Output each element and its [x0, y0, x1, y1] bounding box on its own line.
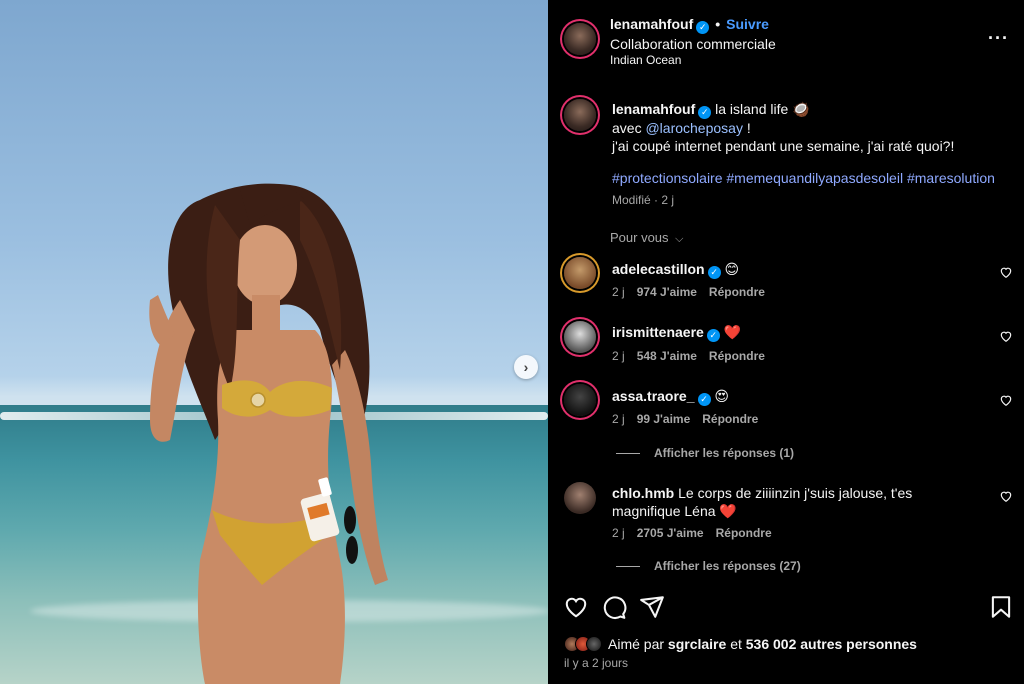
reply-button[interactable]: Répondre [709, 349, 765, 363]
follow-button[interactable]: Suivre [726, 16, 769, 32]
comment-likes[interactable]: 974 J'aime [637, 285, 697, 299]
author-username[interactable]: lenamahfouf [610, 16, 693, 32]
verified-badge-icon: ✓ [698, 106, 712, 119]
for-you-label: Pour vous [610, 230, 669, 245]
verified-badge-icon: ✓ [696, 21, 710, 34]
view-replies-button[interactable]: Afficher les réponses (27) [616, 559, 801, 573]
caption-hashtags[interactable]: #protectionsolaire #memequandilyapasdeso… [612, 170, 995, 186]
comment-text: adelecastillon ✓ 😊 [612, 260, 972, 279]
comment-age: 2 j [612, 349, 625, 363]
post-photo: › [0, 0, 548, 684]
comment-body: 😊 [724, 261, 740, 277]
comment-username[interactable]: chlo.hmb [612, 485, 674, 501]
comment-avatar[interactable] [564, 257, 596, 289]
comment-username[interactable]: adelecastillon [612, 261, 705, 277]
post-header-user: lenamahfouf ✓ • Suivre [610, 16, 769, 34]
comment-likes[interactable]: 99 J'aime [637, 412, 691, 426]
comment-meta: 2 j 2705 J'aime Répondre [612, 526, 784, 540]
comment-username[interactable]: irismittenaere [612, 324, 704, 340]
post-timestamp: il y a 2 jours [564, 656, 629, 670]
comment-like-heart-icon[interactable] [999, 329, 1013, 343]
caption-line-2: j'ai coupé internet pendant une semaine,… [612, 138, 955, 154]
caption-mention[interactable]: @larocheposay [645, 120, 743, 136]
reply-button[interactable]: Répondre [702, 412, 758, 426]
comment-username[interactable]: assa.traore_ [612, 388, 695, 404]
comment-bubble-icon[interactable] [601, 594, 627, 620]
comment-avatar[interactable] [564, 482, 596, 514]
comment-text: chlo.hmb Le corps de ziiiinzin j'suis ja… [612, 484, 972, 520]
reply-button[interactable]: Répondre [716, 526, 772, 540]
comment-body: ❤️ [723, 324, 742, 340]
comment-avatar[interactable] [564, 384, 596, 416]
comment-age: 2 j [612, 526, 625, 540]
comment-like-heart-icon[interactable] [999, 265, 1013, 279]
liked-by-user[interactable]: sgrclaire [668, 636, 726, 652]
caption-avatar[interactable] [564, 99, 596, 131]
post-side-panel: lenamahfouf ✓ • Suivre Collaboration commer… [548, 0, 1024, 684]
comment-likes[interactable]: 2705 J'aime [637, 526, 704, 540]
share-send-icon[interactable] [639, 594, 665, 620]
comment-age: 2 j [612, 285, 625, 299]
liked-by-count[interactable]: 536 002 autres personnes [746, 636, 917, 652]
view-replies-button[interactable]: Afficher les réponses (1) [616, 446, 794, 460]
sponsor-label[interactable]: Collaboration commerciale [610, 36, 776, 52]
liked-by-prefix: Aimé par [608, 636, 665, 652]
caption-with: avec [612, 120, 642, 136]
comment-meta: 2 j 974 J'aime Répondre [612, 285, 777, 299]
comment-likes[interactable]: 548 J'aime [637, 349, 697, 363]
comment-meta: 2 j 99 J'aime Répondre [612, 412, 770, 426]
like-heart-icon[interactable] [563, 594, 589, 620]
comment-meta: 2 j 548 J'aime Répondre [612, 349, 777, 363]
reply-button[interactable]: Répondre [709, 285, 765, 299]
author-avatar[interactable] [564, 23, 596, 55]
location-link[interactable]: Indian Ocean [610, 53, 681, 67]
for-you-dropdown[interactable]: Pour vous ⌵ [610, 230, 684, 246]
verified-badge-icon: ✓ [706, 329, 720, 342]
person-figure [149, 183, 388, 684]
chevron-right-icon: › [523, 359, 529, 375]
caption-mention-end: ! [746, 120, 751, 136]
post-caption: lenamahfouf ✓ la island life 🥥 avec @laro… [612, 100, 1012, 155]
caption-username[interactable]: lenamahfouf [612, 101, 695, 117]
comment-avatar[interactable] [564, 321, 596, 353]
chevron-down-icon: ⌵ [675, 233, 684, 245]
bookmark-save-icon[interactable] [988, 594, 1014, 620]
verified-badge-icon: ✓ [697, 393, 711, 406]
comment-text: irismittenaere ✓ ❤️ [612, 323, 972, 342]
liked-by-summary: Aimé par sgrclaire et 536 002 autres per… [564, 636, 917, 652]
comment-like-heart-icon[interactable] [999, 489, 1013, 503]
verified-badge-icon: ✓ [707, 266, 721, 279]
caption-text: la island life 🥥 [715, 101, 810, 117]
comment-like-heart-icon[interactable] [999, 393, 1013, 407]
comment-body: 😍 [714, 388, 730, 404]
comment-age: 2 j [612, 412, 625, 426]
separator-dot: • [715, 16, 721, 32]
liker-avatar [586, 636, 602, 652]
post-actions-bar [548, 594, 1024, 622]
next-slide-button[interactable]: › [514, 355, 538, 379]
comment-text: assa.traore_ ✓ 😍 [612, 387, 972, 406]
more-horizontal-icon[interactable]: ··· [988, 28, 1009, 49]
edited-meta: Modifié · 2 j [612, 193, 675, 207]
liked-by-and: et [730, 636, 742, 652]
